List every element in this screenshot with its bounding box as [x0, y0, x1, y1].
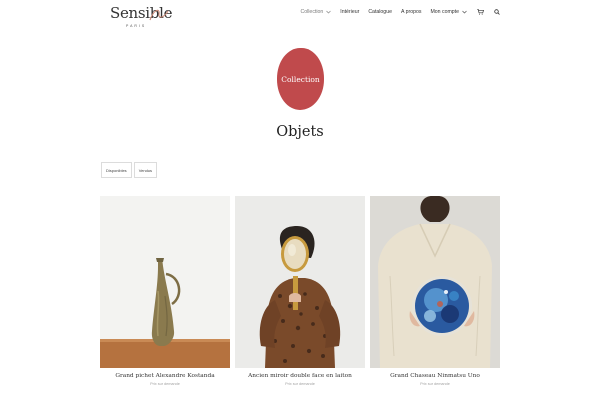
- product-price: Prix sur demande: [420, 382, 450, 386]
- nav-item-label: A propos: [400, 9, 422, 15]
- product-price: Prix sur demande: [150, 382, 180, 386]
- nav-item-label: Intérieur: [340, 9, 360, 15]
- product-title[interactable]: Grand Chaseau Ninmatsu Uno: [370, 373, 500, 379]
- product-image-pitcher[interactable]: [100, 196, 230, 368]
- cart-button[interactable]: [477, 9, 484, 15]
- search-icon: [494, 9, 500, 15]
- product-price: Prix sur demande: [285, 382, 315, 386]
- collection-badge-label: Collection: [281, 74, 320, 84]
- main-nav: Collection Intérieur Catalogue A propos …: [292, 9, 501, 15]
- product-card[interactable]: Ancien miroir double face en laiton Prix…: [235, 196, 365, 386]
- product-image-mirror[interactable]: [235, 196, 365, 368]
- page-title: Objets: [276, 124, 324, 140]
- nav-item-label: Catalogue: [368, 9, 392, 15]
- chevron-down-icon: [326, 10, 332, 14]
- collection-badge: Collection: [277, 48, 324, 110]
- nav-item-a-propos[interactable]: A propos: [401, 9, 421, 15]
- nav-item-label: Collection: [300, 9, 324, 15]
- product-title[interactable]: Grand pichet Alexandre Kostanda: [100, 373, 230, 379]
- search-button[interactable]: [494, 9, 500, 15]
- site-header: Sensible PARIS Collection Intérieur Cata…: [0, 0, 600, 34]
- nav-item-interieur[interactable]: Intérieur: [340, 9, 359, 15]
- nav-item-label: Mon compte: [430, 9, 459, 15]
- nav-item-catalogue[interactable]: Catalogue: [368, 9, 392, 15]
- chevron-down-icon: [462, 10, 467, 14]
- brand-logo[interactable]: Sensible PARIS: [110, 4, 172, 32]
- filter-vendus-button[interactable]: Vendus: [133, 162, 158, 178]
- product-card[interactable]: Grand pichet Alexandre Kostanda Prix sur…: [100, 196, 230, 386]
- product-image-plate[interactable]: [370, 196, 500, 368]
- product-card[interactable]: Grand Chaseau Ninmatsu Uno Prix sur dema…: [370, 196, 500, 386]
- nav-item-collection[interactable]: Collection: [301, 9, 332, 15]
- logo-swash-icon: [149, 9, 169, 21]
- product-grid: Grand pichet Alexandre Kostanda Prix sur…: [100, 196, 500, 396]
- filter-bar: Disponibles Vendus: [101, 162, 159, 178]
- filter-disponibles-button[interactable]: Disponibles: [101, 162, 132, 178]
- brand-tagline: PARIS: [126, 24, 147, 28]
- nav-item-mon-compte[interactable]: Mon compte: [430, 9, 467, 15]
- cart-icon: [477, 9, 484, 15]
- product-title[interactable]: Ancien miroir double face en laiton: [235, 373, 365, 379]
